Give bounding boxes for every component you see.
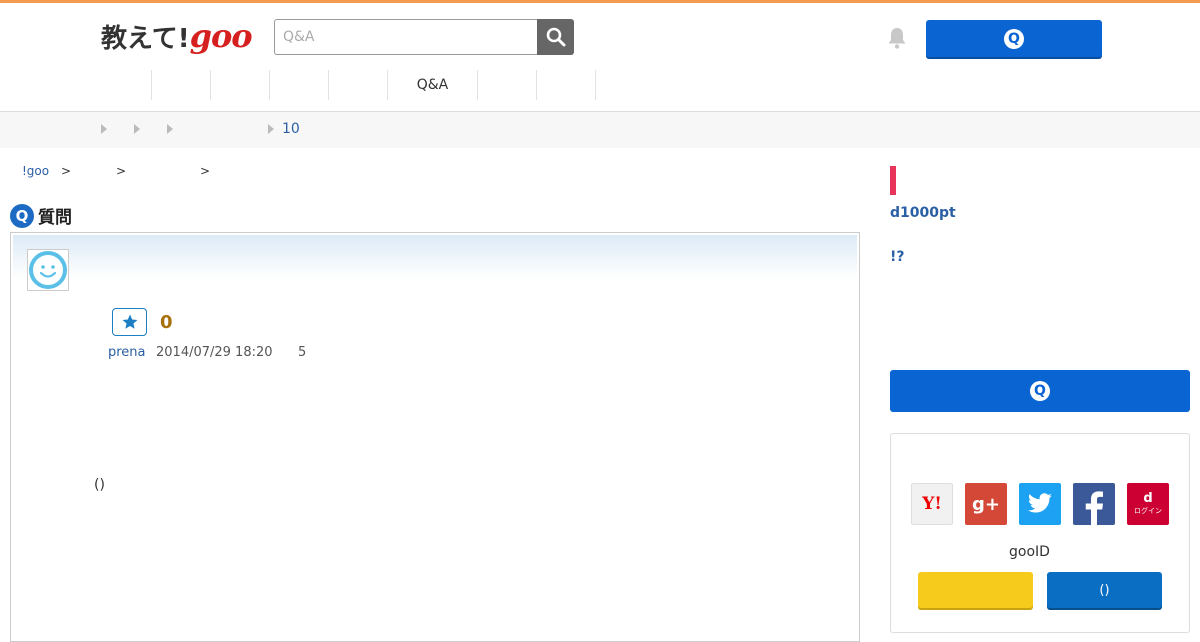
category-item[interactable] (211, 70, 270, 100)
breadcrumb-separator: > (61, 164, 72, 178)
breadcrumb-separator: > (200, 164, 211, 178)
breadcrumb-separator: > (116, 164, 127, 178)
facebook-icon (1085, 491, 1103, 526)
sub-navigation-bar: 10 (0, 112, 1200, 148)
question-icon: Q (10, 203, 34, 228)
category-item[interactable] (329, 70, 388, 100)
caret-right-icon (134, 124, 140, 134)
site-logo[interactable]: 教えて! goo (101, 17, 253, 57)
question-icon: Q (1030, 381, 1050, 401)
smiley-icon (29, 251, 67, 289)
facebook-login-button[interactable] (1073, 483, 1115, 526)
search-input[interactable] (274, 19, 537, 55)
category-item[interactable] (478, 70, 537, 100)
top-accent-line (0, 0, 1200, 3)
breadcrumb-home[interactable]: !goo (22, 164, 49, 178)
question-icon: Q (1004, 28, 1024, 49)
category-nav: Q&A (92, 70, 596, 100)
question-body: () (94, 477, 105, 493)
caret-right-icon (268, 124, 274, 134)
twitter-icon (1028, 493, 1052, 513)
gooid-label: gooID (1009, 544, 1050, 560)
google-plus-icon: g+ (972, 493, 1000, 515)
docomo-login-label: ログイン (1134, 507, 1162, 515)
caret-right-icon (167, 124, 173, 134)
twitter-login-button[interactable] (1019, 483, 1061, 525)
gooid-register-button[interactable] (918, 572, 1033, 608)
favorite-count: 0 (160, 312, 173, 333)
question-box: 0 prena 2014/07/29 18:20 5 () (10, 232, 860, 642)
sidebar-marker (890, 166, 896, 195)
yahoo-login-button[interactable]: Y! (911, 483, 953, 525)
subbar-count-link[interactable]: 10 (282, 121, 300, 137)
logo-text: 教えて! (101, 24, 190, 54)
question-heading: Q 質問 (10, 203, 72, 228)
google-plus-login-button[interactable]: g+ (965, 483, 1007, 525)
question-title-band (13, 235, 857, 279)
sidebar-ask-button[interactable]: Q (890, 370, 1190, 412)
login-box: Y! g+ d ログイン gooID () (890, 433, 1190, 633)
yahoo-icon: Y! (922, 494, 942, 514)
gooid-login-button[interactable]: () (1047, 572, 1162, 608)
avatar[interactable] (27, 249, 69, 291)
category-item-qa[interactable]: Q&A (388, 70, 478, 100)
docomo-login-button[interactable]: d ログイン (1127, 483, 1169, 525)
category-item[interactable] (152, 70, 211, 100)
search-bar (274, 19, 574, 55)
answer-count: 5 (298, 345, 307, 360)
search-icon (546, 27, 565, 47)
ask-question-button[interactable]: Q (926, 20, 1102, 57)
category-item[interactable] (92, 70, 152, 100)
sidebar-link-secondary[interactable]: !? (890, 249, 905, 265)
category-item[interactable] (537, 70, 596, 100)
favorite-button[interactable] (112, 308, 147, 336)
sidebar-link-points[interactable]: d1000pt (890, 205, 956, 221)
search-button[interactable] (537, 19, 574, 55)
bell-icon[interactable] (886, 26, 908, 50)
caret-right-icon (101, 124, 107, 134)
question-author[interactable]: prena (108, 345, 146, 360)
docomo-icon: d (1143, 491, 1153, 506)
category-item[interactable] (270, 70, 329, 100)
question-date: 2014/07/29 18:20 (156, 345, 273, 360)
logo-goo: goo (189, 17, 253, 55)
star-icon (122, 314, 137, 329)
question-heading-label: 質問 (38, 208, 72, 228)
